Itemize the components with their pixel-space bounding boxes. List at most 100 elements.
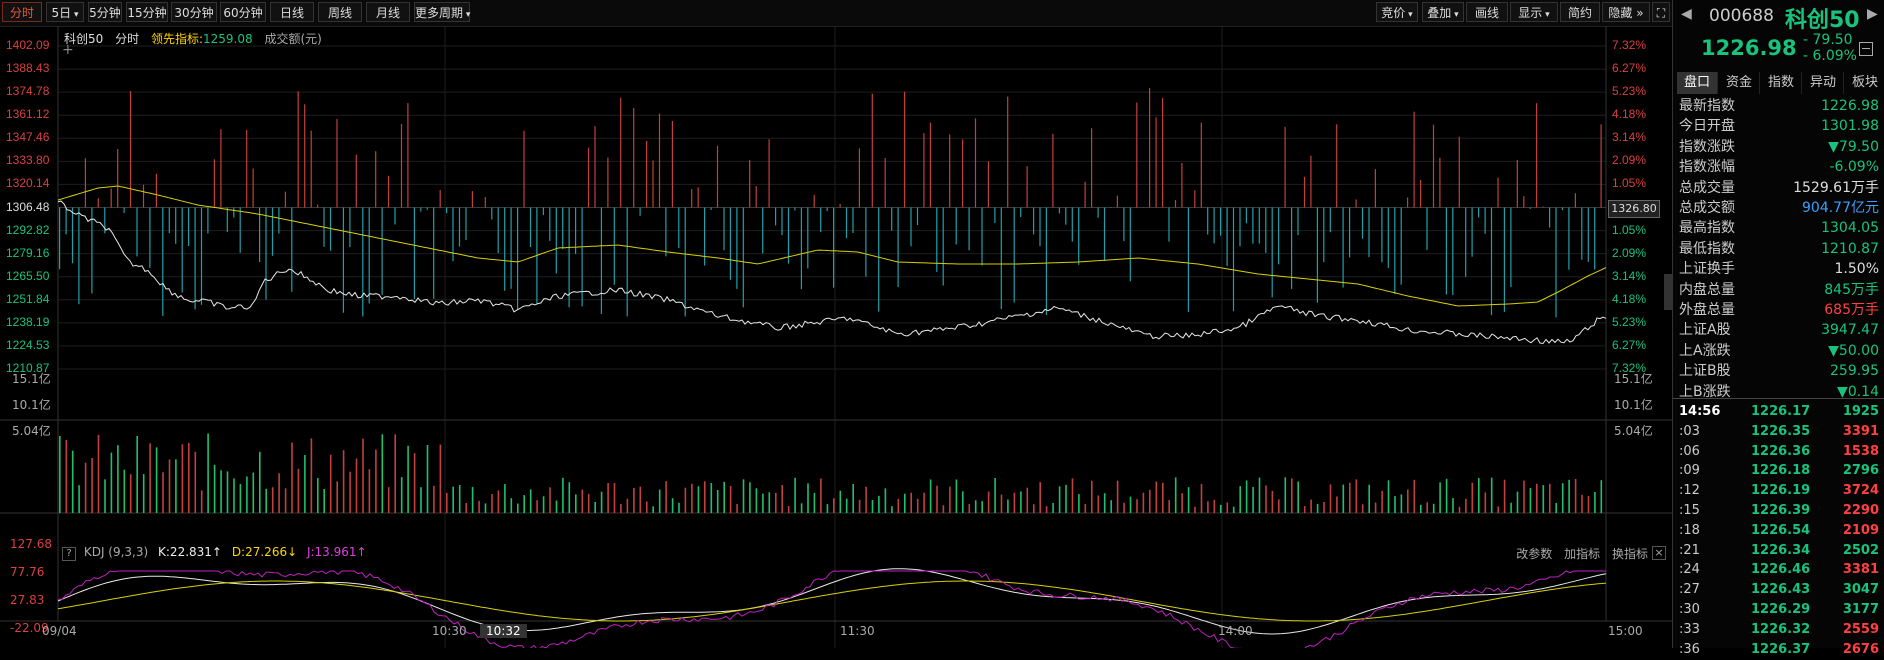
volume-bar: [891, 506, 893, 513]
volume-bar: [85, 463, 87, 513]
volume-bar: [349, 472, 351, 513]
kdj-d-value: D:27.266↓: [232, 545, 297, 559]
lead-bar: [1278, 208, 1279, 265]
tick-price: 1226.46: [1751, 560, 1810, 580]
period-button-2[interactable]: 5分钟: [88, 2, 122, 22]
volume-bar: [627, 499, 629, 513]
lead-bar: [730, 208, 731, 280]
tick-price: 1226.18: [1751, 461, 1810, 481]
help-icon[interactable]: ?: [62, 547, 76, 561]
lead-bar: [272, 208, 273, 256]
volume-bar: [1323, 502, 1325, 513]
tick-price: 1226.43: [1751, 580, 1810, 600]
period-button-0[interactable]: 分时: [2, 2, 42, 22]
tick-price: 1226.32: [1751, 620, 1810, 640]
tick-price: 1226.35: [1751, 422, 1810, 442]
volume-bar: [259, 452, 261, 513]
panel-tab-4[interactable]: 板块: [1845, 72, 1884, 94]
lead-bar: [1136, 103, 1137, 208]
right-axis-label: 1.05%: [1612, 176, 1646, 190]
panel-tab-3[interactable]: 异动: [1803, 72, 1844, 94]
toolbar-right-button-4[interactable]: 简约: [1560, 2, 1600, 22]
toolbar-right-button-5[interactable]: 隐藏 »: [1602, 2, 1650, 22]
left-axis-label: 1361.12: [6, 107, 49, 121]
collapse-handle[interactable]: [1664, 274, 1672, 310]
left-axis-label: 1306.48: [6, 200, 49, 214]
volume-bar: [1291, 478, 1293, 513]
toolbar-right-button-1[interactable]: 叠加 ▾: [1422, 2, 1464, 22]
volume-bar: [1117, 481, 1119, 513]
toolbar-right-button-0[interactable]: 竞价 ▾: [1376, 2, 1418, 22]
panel-tab-0[interactable]: 盘口: [1677, 72, 1718, 94]
lead-bar: [136, 208, 137, 257]
next-arrow-icon[interactable]: ▶: [1867, 6, 1878, 22]
volume-bar: [1510, 503, 1512, 513]
volume-bar: [472, 487, 474, 513]
right-axis-label: 3.14%: [1612, 130, 1646, 144]
lead-bar: [614, 208, 615, 285]
panel-tab-2[interactable]: 指数: [1761, 72, 1802, 94]
volume-bar: [1465, 499, 1467, 513]
tick-time: :09: [1679, 461, 1700, 481]
volume-bar: [1136, 499, 1138, 513]
period-button-1[interactable]: 5日 ▾: [46, 2, 84, 22]
add-indicator-link[interactable]: 加指标: [1564, 547, 1600, 561]
lead-bar: [175, 208, 176, 244]
plus-icon[interactable]: +: [62, 42, 74, 58]
lead-bar: [827, 208, 828, 212]
volume-axis-label: 15.1亿: [1614, 370, 1653, 387]
panel-tab-1[interactable]: 资金: [1719, 72, 1760, 94]
tick-row: :301226.293177: [1679, 600, 1879, 620]
tick-time: 14:56: [1679, 402, 1720, 422]
right-axis-label: 6.27%: [1612, 61, 1646, 75]
period-button-7[interactable]: 周线: [318, 2, 362, 22]
window-toggle-icon[interactable]: [1859, 42, 1873, 56]
cursor-price-label: 1326.80: [1608, 200, 1660, 218]
volume-bar: [1362, 504, 1364, 513]
period-button-5[interactable]: 60分钟: [220, 2, 266, 22]
lead-bar: [117, 149, 118, 208]
tick-volume: 2676: [1843, 640, 1879, 660]
period-button-8[interactable]: 月线: [366, 2, 410, 22]
toolbar-right-button-2[interactable]: 画线: [1466, 2, 1508, 22]
volume-bar: [1407, 490, 1409, 514]
kdj-label[interactable]: KDJ (9,3,3): [84, 545, 148, 559]
volume-axis-label: 15.1亿: [12, 370, 51, 387]
fullscreen-icon[interactable]: ⛶: [1652, 2, 1670, 22]
volume-bar: [846, 499, 848, 513]
left-axis-label: 1347.46: [6, 130, 49, 144]
lead-bar: [769, 139, 770, 207]
lead-bar: [975, 118, 976, 207]
lead-bar: [201, 208, 202, 305]
lead-bar: [182, 208, 183, 293]
volume-bar: [1375, 503, 1377, 513]
lead-bar: [330, 208, 331, 251]
period-button-4[interactable]: 30分钟: [171, 2, 217, 22]
volume-bar: [1414, 480, 1416, 513]
prev-arrow-icon[interactable]: ◀: [1681, 6, 1692, 22]
close-icon[interactable]: ×: [1652, 546, 1666, 560]
period-button-3[interactable]: 15分钟: [126, 2, 168, 22]
left-axis-label: 1251.84: [6, 292, 49, 306]
volume-bar: [601, 492, 603, 513]
lead-bar: [1168, 208, 1169, 242]
lead-bar: [265, 208, 266, 300]
lead-bar: [756, 186, 757, 207]
mode-label: 分时: [115, 32, 139, 46]
lead-bar: [711, 208, 712, 210]
chevron-down-icon: ▾: [1405, 10, 1412, 20]
lead-bar: [801, 208, 802, 290]
switch-indicator-link[interactable]: 换指标: [1612, 547, 1648, 561]
period-button-9[interactable]: 更多周期 ▾: [414, 2, 470, 22]
lead-bar: [1233, 208, 1234, 312]
period-button-6[interactable]: 日线: [270, 2, 314, 22]
modify-params-link[interactable]: 改参数: [1516, 547, 1552, 561]
volume-bar: [1214, 500, 1216, 513]
lead-bar: [543, 208, 544, 216]
volume-bar: [1491, 478, 1493, 513]
intraday-chart[interactable]: 科创50 分时 领先指标:1259.08 成交额(元) + 1402.09138…: [0, 26, 1672, 648]
stat-row: 上证换手1.50%: [1679, 259, 1879, 279]
toolbar-right-button-3[interactable]: 显示 ▾: [1510, 2, 1558, 22]
tick-time: :06: [1679, 442, 1700, 462]
lead-bar: [343, 208, 344, 313]
